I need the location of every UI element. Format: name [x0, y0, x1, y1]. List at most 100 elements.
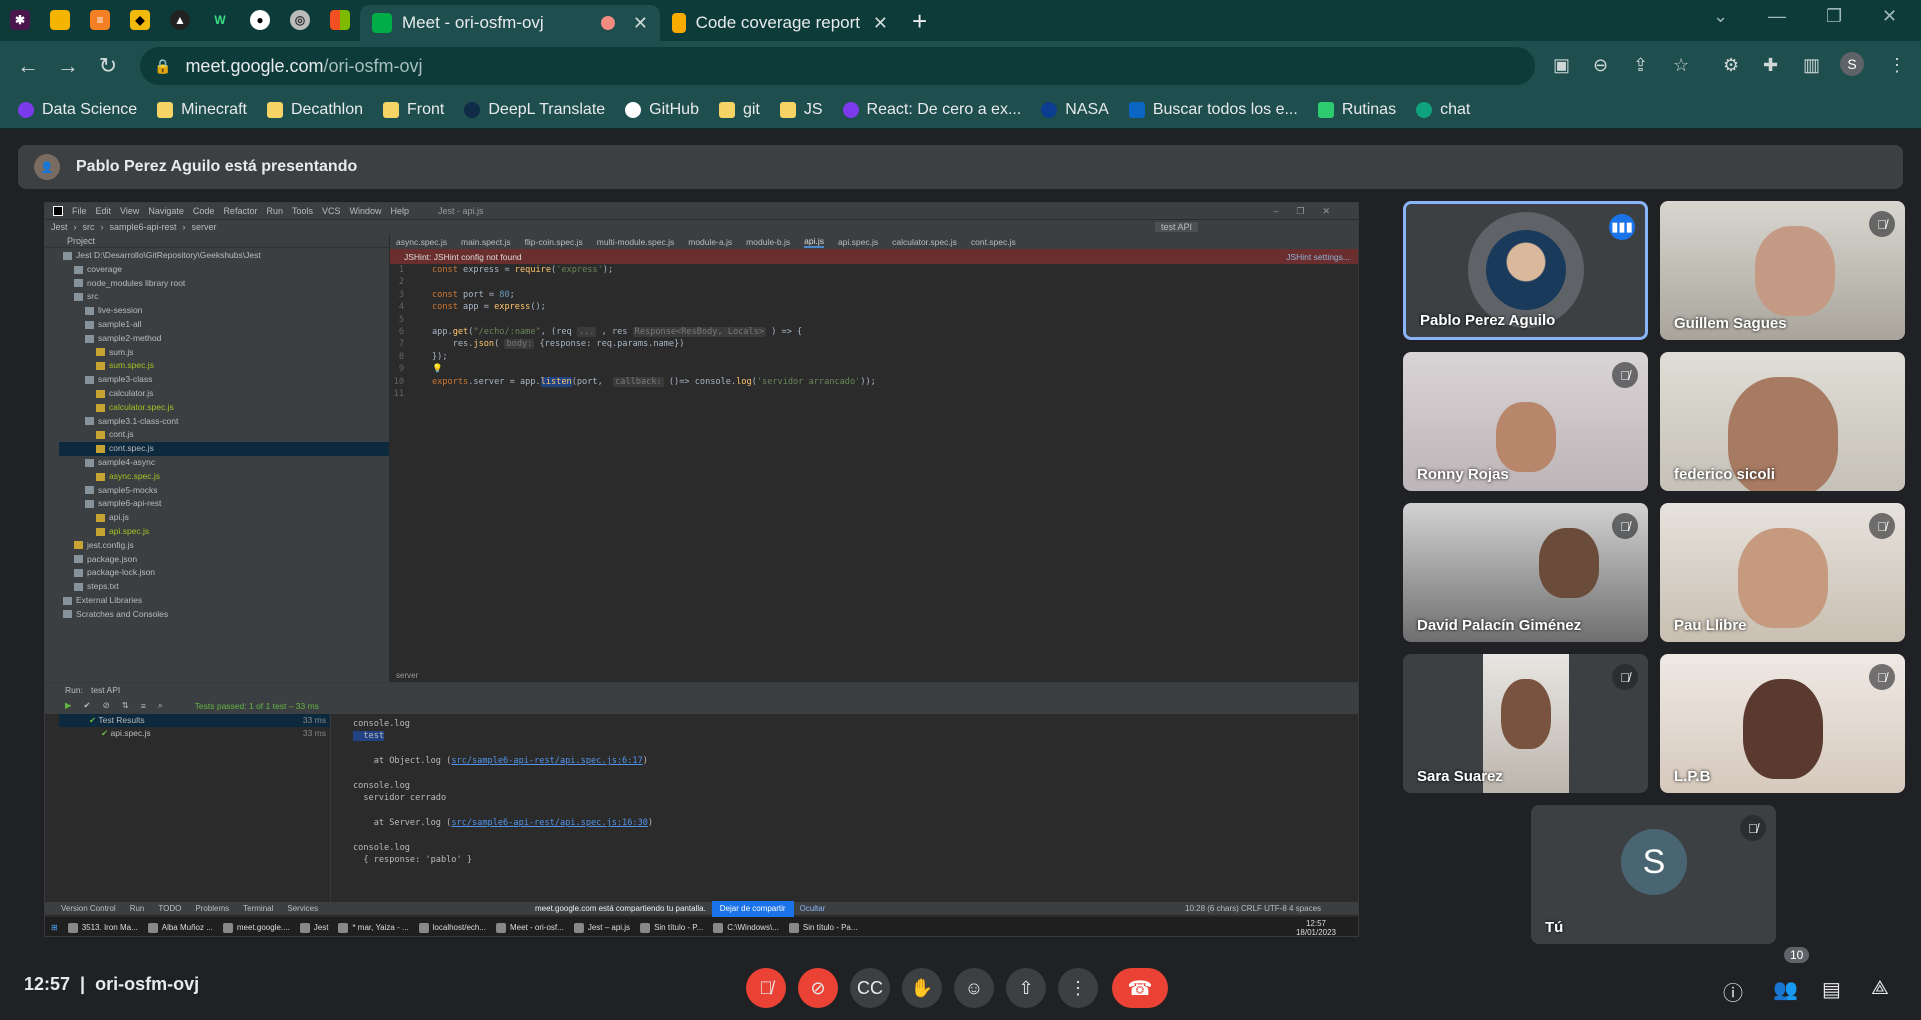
breadcrumb-item[interactable]: server — [192, 222, 217, 232]
tree-item[interactable]: Jest D:\Desarrollo\GitRepository\Geekshu… — [59, 249, 389, 263]
reload-button[interactable]: ↻ — [88, 53, 128, 79]
ide-menu-item[interactable]: Refactor — [223, 206, 257, 216]
tree-item[interactable]: package-lock.json — [59, 566, 389, 580]
lock-icon[interactable]: 🔒 — [154, 58, 171, 75]
tree-item[interactable]: sample3.1-class-cont — [59, 415, 389, 429]
bookmark-item[interactable]: React: De cero a ex... — [842, 101, 1021, 119]
share-icon[interactable]: ⇪ — [1633, 55, 1648, 76]
bookmark-item[interactable]: Data Science — [18, 101, 137, 119]
close-window-button[interactable]: ✕ — [1882, 6, 1897, 27]
code-editor[interactable]: async.spec.js main.spect.js flip-coin.spec… — [390, 234, 1358, 682]
tool-window-tab[interactable]: TODO — [158, 904, 181, 913]
tree-item[interactable]: sample4-async — [59, 456, 389, 470]
stop-sharing-button[interactable]: Dejar de compartir — [711, 900, 794, 917]
bookmark-item[interactable]: Rutinas — [1317, 101, 1396, 119]
editor-tab[interactable]: multi-module.spec.js — [597, 237, 674, 247]
pinned-tab-stackoverflow[interactable]: ≡ — [80, 2, 120, 38]
breadcrumb-item[interactable]: sample6-api-rest — [110, 222, 177, 232]
ide-menu-item[interactable]: Window — [350, 206, 382, 216]
new-tab-button[interactable]: + — [912, 6, 927, 37]
bookmark-item[interactable]: DeepL Translate — [464, 101, 605, 119]
minimize-button[interactable]: — — [1768, 6, 1786, 27]
console-output[interactable]: console.log test at Object.log (src/samp… — [345, 714, 1325, 903]
bookmark-item[interactable]: Decathlon — [266, 101, 363, 119]
hang-up-button[interactable]: ☎ — [1112, 968, 1168, 1008]
settings-extension-icon[interactable]: ⚙ — [1723, 55, 1739, 76]
tree-item[interactable]: sample6-api-rest — [59, 497, 389, 511]
extensions-icon[interactable]: ✚ — [1763, 55, 1778, 76]
bookmark-item[interactable]: chat — [1416, 101, 1470, 119]
more-options-button[interactable]: ⋮ — [1058, 968, 1098, 1008]
tree-item[interactable]: sum.js — [59, 346, 389, 360]
ide-menu-item[interactable]: File — [72, 206, 87, 216]
bookmark-item[interactable]: Front — [383, 101, 444, 119]
taskbar-item[interactable]: C:\Windows\... — [713, 922, 779, 933]
editor-tab[interactable]: calculator.spec.js — [892, 237, 957, 247]
participant-tile[interactable]: 🎙̸ Guillem Sagues — [1660, 201, 1905, 340]
tool-window-tab[interactable]: Services — [287, 904, 318, 913]
source-link[interactable]: src/sample6-api-rest/api.spec.js:6:17 — [451, 756, 642, 766]
ide-menu-item[interactable]: Code — [193, 206, 215, 216]
tree-item[interactable]: cont.spec.js — [59, 442, 389, 456]
taskbar-item[interactable]: Sin título - Pa... — [788, 922, 858, 933]
editor-tab[interactable]: api.spec.js — [838, 237, 878, 247]
side-panel-icon[interactable]: ▥ — [1803, 55, 1820, 76]
ide-menu-item[interactable]: Edit — [96, 206, 112, 216]
camera-icon[interactable]: ▣ — [1553, 55, 1570, 76]
participant-tile[interactable]: 🎙̸ Ronny Rojas — [1403, 352, 1648, 491]
back-button[interactable]: ← — [8, 53, 48, 79]
expand-icon[interactable]: ≡ — [141, 701, 146, 711]
tree-item[interactable]: calculator.spec.js — [59, 401, 389, 415]
activities-icon[interactable]: ⟁ — [1871, 977, 1889, 1000]
editor-tab[interactable]: module-b.js — [746, 237, 790, 247]
ide-window-controls[interactable]: –❐✕ — [1273, 206, 1348, 217]
editor-tab[interactable]: cont.spec.js — [971, 237, 1016, 247]
participant-tile[interactable]: 🎙̸ Sara Suarez — [1403, 654, 1648, 793]
bookmark-star-icon[interactable]: ☆ — [1673, 55, 1689, 76]
omnibox[interactable]: 🔒 meet.google.com/ori-osfm-ovj — [140, 47, 1535, 85]
windows-start-icon[interactable]: ⊞ — [51, 923, 58, 932]
bookmark-item[interactable]: Buscar todos los e... — [1128, 101, 1298, 119]
maximize-button[interactable]: ❐ — [1826, 6, 1842, 27]
raise-hand-button[interactable]: ✋ — [902, 968, 942, 1008]
editor-tab[interactable]: module-a.js — [688, 237, 732, 247]
taskbar-item[interactable]: 3513. Iron Ma... — [67, 922, 138, 933]
ide-menu-item[interactable]: Run — [266, 206, 283, 216]
editor-tab[interactable]: main.spect.js — [461, 237, 511, 247]
pinned-tab-binance[interactable]: ◆ — [120, 2, 160, 38]
tree-item[interactable]: External Libraries — [59, 594, 389, 608]
search-icon[interactable]: ⌕ — [158, 700, 163, 711]
chat-icon[interactable]: ▤ — [1822, 977, 1841, 1002]
participant-tile[interactable]: 🎙̸ L.P.B — [1660, 654, 1905, 793]
forward-button[interactable]: → — [48, 53, 88, 79]
ide-menu-item[interactable]: Help — [391, 206, 410, 216]
taskbar-item[interactable]: Jest – api.js — [573, 922, 630, 933]
code-area[interactable]: 1 const express = require('express'); 2 3… — [390, 264, 1358, 400]
tree-item[interactable]: api.js — [59, 511, 389, 525]
project-label[interactable]: Project — [67, 236, 95, 246]
bookmark-item[interactable]: Minecraft — [157, 101, 247, 119]
editor-tab[interactable]: async.spec.js — [396, 237, 447, 247]
ide-menu-item[interactable]: Navigate — [148, 206, 184, 216]
participant-tile[interactable]: federico sicoli — [1660, 352, 1905, 491]
close-tab-icon[interactable]: ✕ — [633, 13, 648, 34]
tool-window-tab[interactable]: Version Control — [61, 904, 116, 913]
participant-tile[interactable]: ▮▮▮ Pablo Perez Aguilo — [1403, 201, 1648, 340]
tab-search-icon[interactable]: ⌄ — [1713, 6, 1728, 27]
camera-toggle-button[interactable]: ⊘ — [798, 968, 838, 1008]
tree-item[interactable]: package.json — [59, 553, 389, 567]
editor-tab[interactable]: api.js — [804, 236, 824, 248]
tree-item[interactable]: coverage — [59, 263, 389, 277]
taskbar-item[interactable]: Meet - ori-osf... — [496, 922, 564, 933]
tree-item[interactable]: calculator.js — [59, 387, 389, 401]
run-config-select[interactable]: test API — [1154, 222, 1198, 232]
pinned-tab-webflow[interactable]: W — [200, 2, 240, 38]
tree-item[interactable]: sample5-mocks — [59, 484, 389, 498]
stop-icon[interactable]: ⊘ — [103, 700, 110, 711]
rerun-icon[interactable]: ▶ — [65, 700, 72, 711]
tab-coverage[interactable]: Code coverage report for All files ✕ — [660, 5, 900, 41]
tree-item[interactable]: sum.spec.js — [59, 359, 389, 373]
ide-menu-item[interactable]: View — [120, 206, 139, 216]
profile-avatar[interactable]: S — [1840, 52, 1864, 76]
bookmark-item[interactable]: NASA — [1041, 101, 1109, 119]
